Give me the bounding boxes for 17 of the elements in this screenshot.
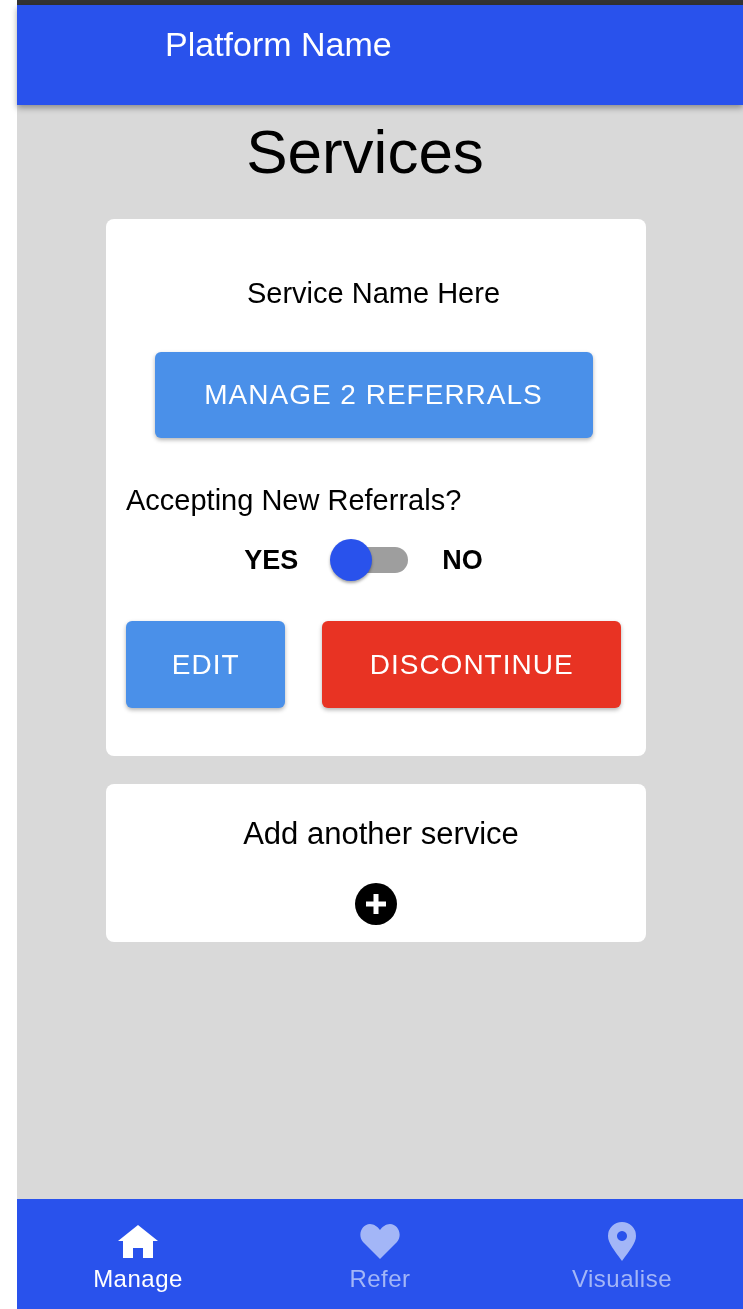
- edit-button[interactable]: EDIT: [126, 621, 286, 709]
- add-button[interactable]: [354, 882, 398, 927]
- add-service-label: Add another service: [243, 816, 519, 853]
- app-title: Platform Name: [165, 25, 392, 64]
- discontinue-button[interactable]: DISCONTINUE: [322, 621, 621, 709]
- switch-thumb[interactable]: [330, 539, 373, 582]
- plus-circle-icon: [354, 882, 398, 927]
- heart-icon: [358, 1221, 402, 1261]
- yes-label: YES: [244, 544, 299, 576]
- accepting-label: Accepting New Referrals?: [126, 484, 462, 518]
- manage-referrals-button[interactable]: MANAGE 2 REFERRALS: [154, 352, 593, 439]
- no-label: NO: [442, 544, 483, 576]
- page-title: Services: [246, 116, 484, 188]
- nav-tab[interactable]: Manage: [17, 1199, 259, 1309]
- nav-tab[interactable]: Refer: [259, 1199, 501, 1309]
- service-name: Service Name Here: [247, 277, 500, 311]
- nav-tab[interactable]: Visualise: [501, 1199, 743, 1309]
